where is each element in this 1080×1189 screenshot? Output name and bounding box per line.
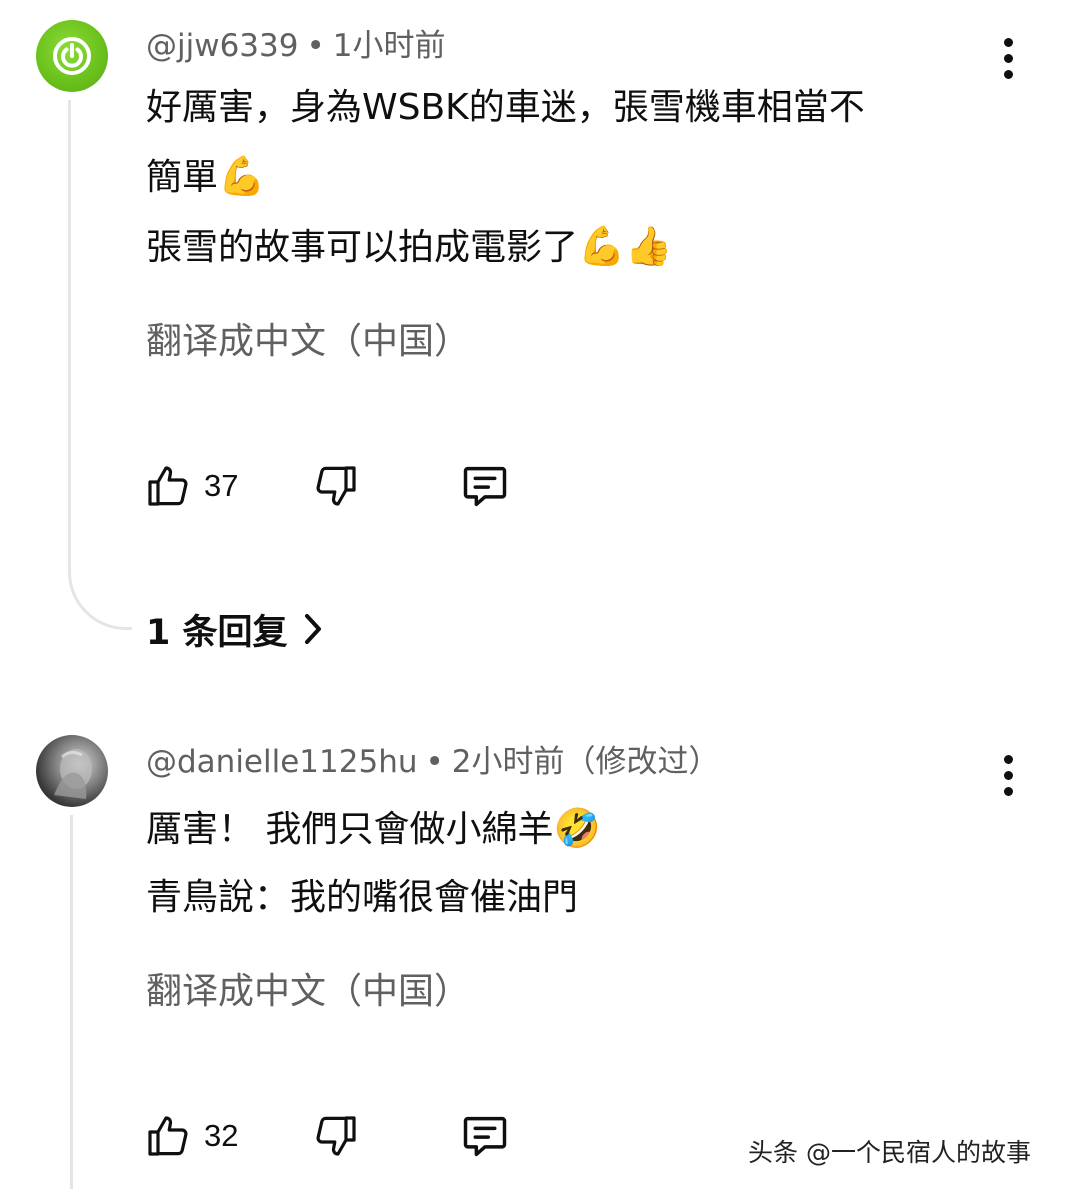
comment-icon <box>463 466 507 507</box>
comment-line: 張雪的故事可以拍成電影了💪👍 <box>146 224 673 268</box>
comment-line: 厲害！ 我們只會做小綿羊🤣 <box>146 806 601 850</box>
comment-actions: 32 <box>144 1108 544 1164</box>
like-count: 37 <box>204 468 239 503</box>
more-vert-icon[interactable] <box>1002 755 1014 796</box>
view-replies-button[interactable]: 1 条回复 <box>146 606 324 653</box>
comment-icon <box>463 1116 507 1157</box>
dislike-button[interactable] <box>312 458 360 514</box>
edited-label: （修改过） <box>564 744 720 780</box>
separator-dot: • <box>425 744 444 780</box>
like-count: 32 <box>204 1118 239 1153</box>
power-icon <box>53 37 91 75</box>
thread-line <box>70 815 73 1189</box>
comment-text: 好厲害，身為WSBK的車迷，張雪機車相當不 簡單💪 張雪的故事可以拍成電影了💪👍 <box>146 74 1006 282</box>
reply-button[interactable] <box>459 1108 511 1164</box>
avatar[interactable] <box>36 20 108 92</box>
dislike-button[interactable] <box>312 1108 360 1164</box>
thumb-up-icon <box>148 1116 188 1156</box>
reply-thread-line <box>68 100 132 630</box>
replies-count: 1 条回复 <box>146 612 288 653</box>
author-name[interactable]: @danielle1125hu <box>146 744 418 780</box>
chevron-right-icon <box>304 614 321 644</box>
thumb-up-icon <box>148 466 188 506</box>
like-button[interactable]: 37 <box>144 458 238 514</box>
like-button[interactable]: 32 <box>144 1108 238 1164</box>
author-name[interactable]: @jjw6339 <box>146 28 298 64</box>
translate-link[interactable]: 翻译成中文（中国） <box>146 320 470 364</box>
avatar-photo <box>54 749 92 799</box>
flexed-biceps-icon: 💪 <box>218 154 266 198</box>
avatar[interactable] <box>36 735 108 807</box>
comment-actions: 37 <box>144 458 544 514</box>
comment-time: 2小时前 <box>451 744 565 780</box>
comment-line: 簡單💪 <box>146 154 266 198</box>
flexed-biceps-thumbs-up-icon: 💪👍 <box>578 224 673 268</box>
comment-text: 厲害！ 我們只會做小綿羊🤣 青鳥說：我的嘴很會催油門 <box>146 794 1006 932</box>
thumb-down-icon <box>316 466 356 506</box>
translate-link[interactable]: 翻译成中文（中国） <box>146 970 470 1014</box>
comment-header: @danielle1125hu • 2小时前（修改过） <box>146 742 720 782</box>
rolling-laughing-icon: 🤣 <box>553 806 601 850</box>
watermark: 头条 @一个民宿人的故事 <box>748 1138 1031 1167</box>
comment-line: 好厲害，身為WSBK的車迷，張雪機車相當不 <box>146 87 865 128</box>
comment-time: 1小时前 <box>332 28 446 64</box>
separator-dot: • <box>306 28 325 64</box>
reply-button[interactable] <box>459 458 511 514</box>
thumb-down-icon <box>316 1116 356 1156</box>
comment-header: @jjw6339 • 1小时前 <box>146 26 446 66</box>
more-vert-icon[interactable] <box>1002 38 1014 79</box>
comment-line: 青鳥說：我的嘴很會催油門 <box>146 877 579 918</box>
